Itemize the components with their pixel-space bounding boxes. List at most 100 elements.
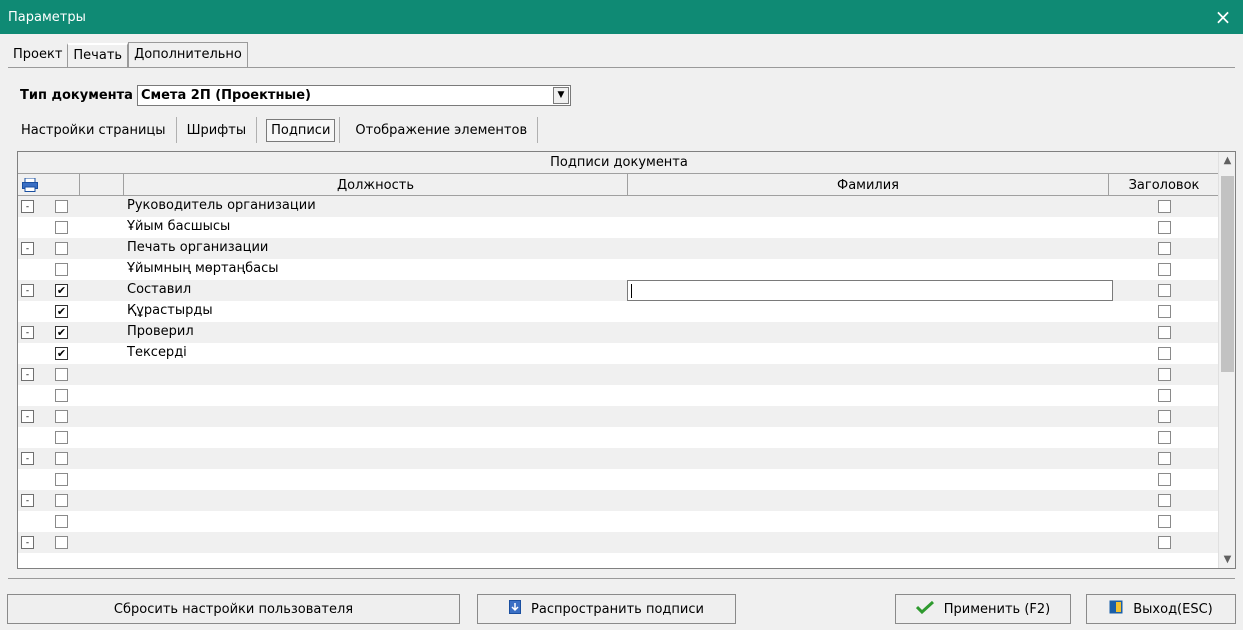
title-bar: Параметры × (0, 0, 1243, 34)
exit-label: Выход(ESC) (1133, 601, 1213, 617)
printer-icon (22, 178, 38, 192)
header-checkbox[interactable] (1158, 494, 1171, 507)
spread-signatures-button[interactable]: Распространить подписи (477, 594, 736, 624)
table-row[interactable]: - Руководитель организации (18, 196, 1220, 217)
table-row[interactable] (18, 469, 1220, 490)
position-cell[interactable]: Ұйымның мөртаңбасы (127, 261, 278, 276)
position-cell[interactable]: Руководитель организации (127, 198, 316, 213)
print-checkbox[interactable] (55, 431, 68, 444)
position-column-header[interactable]: Должность (124, 174, 628, 196)
header-checkbox[interactable] (1158, 515, 1171, 528)
print-checkbox[interactable] (55, 242, 68, 255)
position-cell[interactable]: Құрастырды (127, 303, 213, 318)
header-checkbox[interactable] (1158, 221, 1171, 234)
collapse-icon[interactable]: - (21, 284, 34, 297)
print-checkbox[interactable] (55, 221, 68, 234)
print-checkbox[interactable] (55, 515, 68, 528)
header-checkbox[interactable] (1158, 368, 1171, 381)
header-checkbox[interactable] (1158, 410, 1171, 423)
print-column-header[interactable] (18, 174, 80, 196)
collapse-icon[interactable]: - (21, 494, 34, 507)
scroll-down-icon[interactable]: ▼ (1219, 551, 1235, 568)
table-row[interactable] (18, 427, 1220, 448)
table-row[interactable]: - ✔ Проверил (18, 322, 1220, 343)
header-checkbox[interactable] (1158, 305, 1171, 318)
tab-advanced[interactable]: Дополнительно (128, 42, 248, 67)
header-checkbox[interactable] (1158, 347, 1171, 360)
print-checkbox[interactable]: ✔ (55, 347, 68, 360)
tab-print[interactable]: Печать (67, 43, 129, 68)
collapse-icon[interactable]: - (21, 368, 34, 381)
position-cell[interactable]: Печать организации (127, 240, 268, 255)
table-row[interactable]: - (18, 532, 1220, 553)
print-checkbox[interactable]: ✔ (55, 284, 68, 297)
position-cell[interactable]: Проверил (127, 324, 194, 339)
header-checkbox[interactable] (1158, 389, 1171, 402)
table-row[interactable]: - ✔ Составил (18, 280, 1220, 301)
table-row[interactable]: Ұйымның мөртаңбасы (18, 259, 1220, 280)
collapse-icon[interactable]: - (21, 200, 34, 213)
print-checkbox[interactable]: ✔ (55, 326, 68, 339)
table-row[interactable]: - (18, 364, 1220, 385)
scroll-up-icon[interactable]: ▲ (1219, 152, 1235, 169)
subtab-signatures[interactable]: Подписи (262, 117, 341, 143)
reset-settings-button[interactable]: Сбросить настройки пользователя (7, 594, 460, 624)
header-checkbox[interactable] (1158, 326, 1171, 339)
header-checkbox[interactable] (1158, 263, 1171, 276)
header-checkbox[interactable] (1158, 242, 1171, 255)
vertical-scrollbar[interactable]: ▲ ▼ (1218, 152, 1235, 568)
surname-column-header[interactable]: Фамилия (628, 174, 1109, 196)
table-row[interactable]: - (18, 448, 1220, 469)
doc-type-row: Тип документа Смета 2П (Проектные) ▼ (20, 84, 571, 106)
window-title: Параметры (8, 9, 86, 25)
table-row[interactable]: - (18, 406, 1220, 427)
table-row[interactable] (18, 511, 1220, 532)
table-row[interactable]: ✔ Тексерді (18, 343, 1220, 364)
apply-label: Применить (F2) (943, 601, 1051, 617)
header-column-header[interactable]: Заголовок (1109, 174, 1220, 196)
reset-settings-label: Сбросить настройки пользователя (113, 601, 354, 617)
header-checkbox[interactable] (1158, 536, 1171, 549)
print-checkbox[interactable] (55, 410, 68, 423)
position-cell[interactable]: Составил (127, 282, 191, 297)
table-row[interactable] (18, 385, 1220, 406)
print-checkbox[interactable] (55, 200, 68, 213)
print-checkbox[interactable] (55, 536, 68, 549)
exit-button[interactable]: Выход(ESC) (1086, 594, 1236, 624)
print-checkbox[interactable]: ✔ (55, 305, 68, 318)
position-cell[interactable]: Тексерді (127, 345, 187, 360)
collapse-icon[interactable]: - (21, 536, 34, 549)
subtab-fonts[interactable]: Шрифты (177, 117, 258, 143)
table-row[interactable]: - (18, 490, 1220, 511)
print-checkbox[interactable] (55, 473, 68, 486)
chevron-down-icon[interactable]: ▼ (552, 86, 569, 104)
collapse-icon[interactable]: - (21, 452, 34, 465)
doc-type-select[interactable]: Смета 2П (Проектные) ▼ (136, 84, 571, 106)
print-checkbox[interactable] (55, 452, 68, 465)
grid-caption: Подписи документа (18, 152, 1220, 174)
surname-edit-field[interactable] (627, 280, 1113, 301)
header-checkbox[interactable] (1158, 452, 1171, 465)
apply-button[interactable]: Применить (F2) (895, 594, 1071, 624)
collapse-icon[interactable]: - (21, 326, 34, 339)
collapse-icon[interactable]: - (21, 410, 34, 423)
subtab-display-elements[interactable]: Отображение элементов (345, 117, 539, 143)
print-checkbox[interactable] (55, 263, 68, 276)
scroll-thumb[interactable] (1221, 176, 1234, 372)
table-row[interactable]: - Печать организации (18, 238, 1220, 259)
table-row[interactable]: ✔ Құрастырды (18, 301, 1220, 322)
header-checkbox[interactable] (1158, 284, 1171, 297)
blank-column-header (80, 174, 124, 196)
close-icon[interactable]: × (1203, 0, 1243, 34)
table-row[interactable]: Ұйым басшысы (18, 217, 1220, 238)
header-checkbox[interactable] (1158, 431, 1171, 444)
header-checkbox[interactable] (1158, 200, 1171, 213)
print-checkbox[interactable] (55, 389, 68, 402)
print-checkbox[interactable] (55, 368, 68, 381)
print-checkbox[interactable] (55, 494, 68, 507)
tab-project[interactable]: Проект (8, 43, 67, 67)
collapse-icon[interactable]: - (21, 242, 34, 255)
position-cell[interactable]: Ұйым басшысы (127, 219, 230, 234)
subtab-page-settings[interactable]: Настройки страницы (12, 117, 177, 143)
header-checkbox[interactable] (1158, 473, 1171, 486)
